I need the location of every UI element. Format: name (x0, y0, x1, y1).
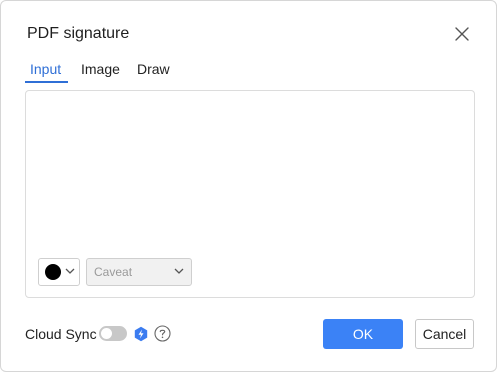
cancel-button[interactable]: Cancel (415, 319, 474, 349)
tab-draw[interactable]: Draw (137, 61, 170, 77)
color-swatch (45, 264, 61, 280)
pdf-signature-dialog: PDF signature Input Image Draw Caveat Cl… (0, 0, 497, 372)
cloud-sync-label: Cloud Sync (25, 326, 97, 342)
dialog-title: PDF signature (27, 25, 130, 42)
tab-input[interactable]: Input (30, 61, 61, 77)
ok-button[interactable]: OK (323, 319, 403, 349)
toggle-knob (101, 328, 112, 339)
help-icon[interactable] (154, 325, 171, 342)
signature-input-area[interactable]: Caveat (25, 90, 475, 298)
premium-badge-icon (134, 326, 148, 342)
font-select-value: Caveat (94, 265, 133, 279)
font-select[interactable]: Caveat (86, 258, 192, 286)
chevron-down-icon (65, 268, 75, 274)
tab-image[interactable]: Image (81, 61, 120, 77)
cloud-sync-toggle[interactable] (99, 326, 127, 341)
color-picker-dropdown[interactable] (38, 258, 80, 286)
close-icon[interactable] (453, 25, 471, 43)
active-tab-indicator (25, 81, 68, 83)
chevron-down-icon (174, 268, 184, 274)
